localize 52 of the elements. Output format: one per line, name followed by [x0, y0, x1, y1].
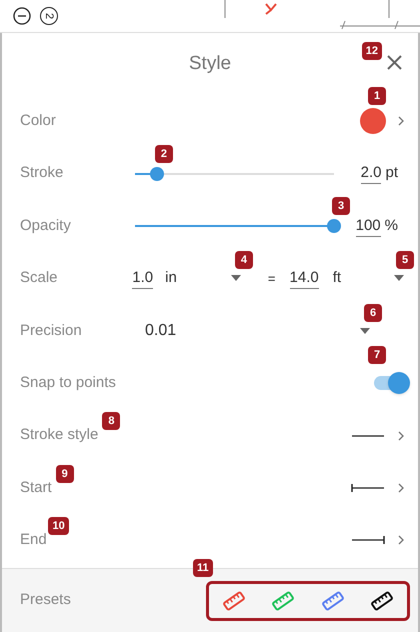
axis-mark-drawing	[265, 3, 277, 15]
presets-label: Presets	[20, 590, 71, 610]
field-label: End	[20, 530, 47, 550]
chevron-right-icon[interactable]	[398, 116, 404, 126]
slider-thumb[interactable]	[327, 218, 341, 233]
panel-title: Style	[188, 52, 232, 76]
canvas-line-drawing	[224, 0, 226, 18]
callout-badge: 11	[193, 558, 213, 576]
chevron-right-icon[interactable]	[398, 482, 404, 493]
dropdown-caret-icon[interactable]	[230, 275, 241, 282]
value-field[interactable]: 100	[356, 216, 381, 237]
callout-badge: 7	[368, 346, 386, 364]
ruler-icon[interactable]	[370, 590, 394, 610]
callout-badge: 1	[368, 87, 386, 106]
callout-badge: 3	[332, 196, 350, 215]
minus-circle-icon[interactable]	[13, 7, 31, 25]
field-label: Scale	[20, 268, 59, 288]
dropdown-caret-icon[interactable]	[394, 275, 404, 282]
slider-thumb[interactable]	[150, 166, 164, 181]
unit-label: %	[384, 216, 398, 236]
callout-badge: 10	[48, 517, 69, 536]
color-swatch[interactable]	[360, 108, 386, 134]
chevron-right-icon[interactable]	[398, 535, 404, 546]
chevron-right-icon[interactable]	[398, 430, 404, 441]
callout-badge: 5	[396, 251, 414, 270]
field-label: Opacity	[20, 216, 72, 236]
line-end-bar-icon[interactable]	[350, 534, 386, 546]
field-label: Stroke style	[20, 425, 98, 446]
field-label: Snap to points	[20, 372, 116, 393]
dropdown-value[interactable]: 0.01	[145, 318, 176, 343]
value-field[interactable]: 2.0	[360, 163, 382, 184]
callout-badge: 12	[362, 42, 382, 60]
unit-label: pt	[385, 163, 398, 184]
callout-badge: 9	[56, 464, 74, 483]
line-start-bar-icon[interactable]	[350, 482, 386, 494]
equals-sign: =	[268, 270, 276, 288]
field-label: Precision	[20, 320, 83, 340]
canvas-line-drawing	[388, 0, 390, 18]
field-label: Start	[20, 478, 52, 498]
dropdown-caret-icon[interactable]	[360, 328, 370, 334]
callout-badge: 4	[234, 251, 253, 270]
value-field[interactable]: 1.0	[132, 268, 154, 290]
field-label: Color	[20, 110, 56, 131]
value-field[interactable]: 14.0	[290, 268, 319, 290]
callout-badge: 2	[154, 144, 173, 163]
callout-badge: 8	[102, 412, 120, 430]
field-label: Stroke	[20, 163, 64, 184]
close-icon[interactable]	[387, 55, 402, 70]
unit-label: in	[165, 268, 177, 288]
callout-badge: 6	[364, 304, 382, 322]
counter-badge[interactable]: 2	[40, 7, 58, 25]
unit-label: ft	[332, 268, 342, 288]
